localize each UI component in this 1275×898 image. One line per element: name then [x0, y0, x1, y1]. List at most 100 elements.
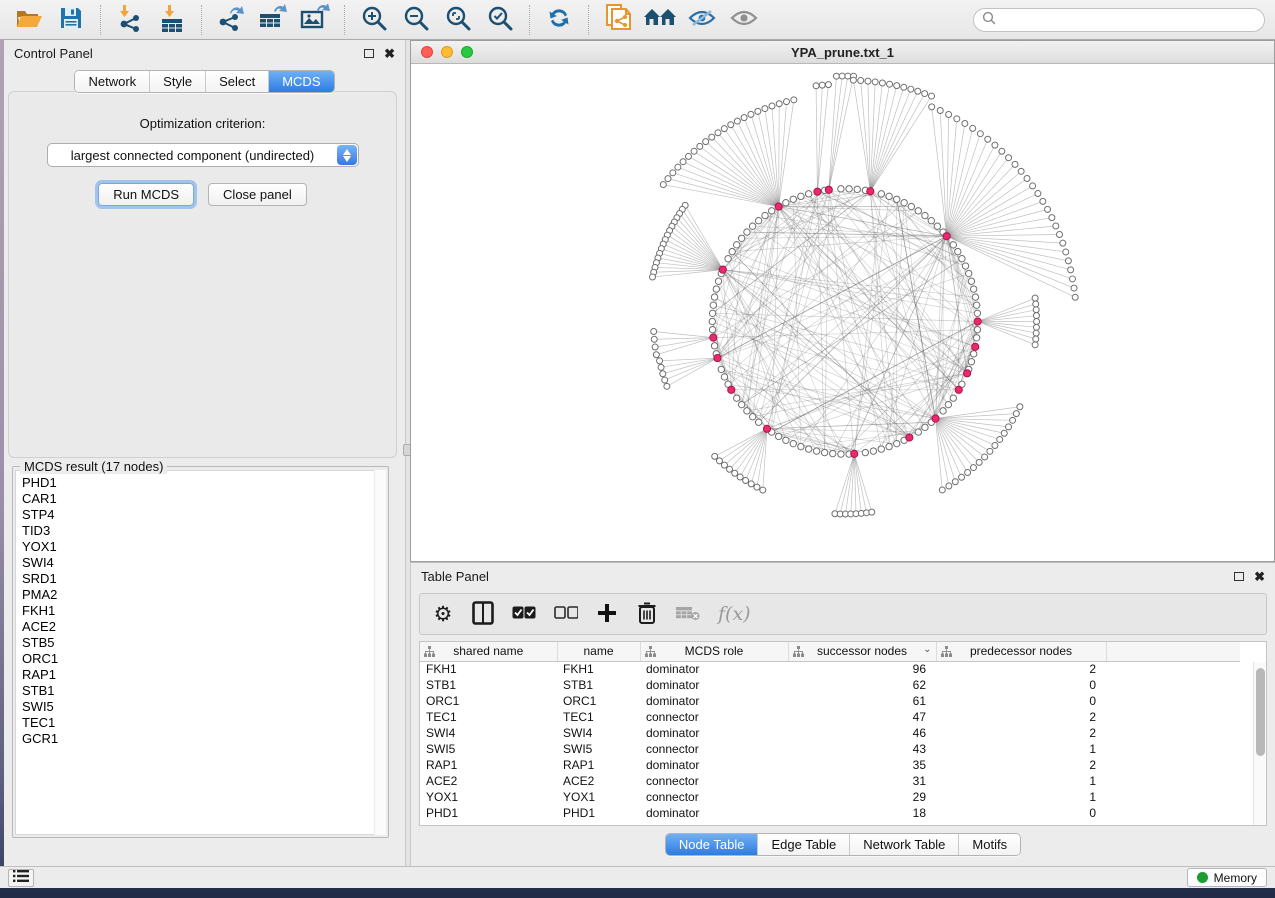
network-window-titlebar[interactable]: YPA_prune.txt_1	[411, 41, 1274, 64]
sort-chevron-icon[interactable]: ⌄	[923, 644, 931, 655]
zoom-fit-icon	[445, 5, 471, 34]
delete-columns-button[interactable]	[636, 601, 658, 627]
table-tab-bar: Node TableEdge TableNetwork TableMotifs	[665, 833, 1021, 856]
table-row[interactable]: PHD1PHD1dominator180	[420, 805, 1240, 821]
delete-table-button[interactable]	[676, 601, 700, 627]
main-content: Control Panel ✖ NetworkStyleSelectMCDS O…	[0, 40, 1275, 866]
column-header-name[interactable]: name	[557, 642, 640, 661]
result-node-item[interactable]: SRD1	[22, 571, 385, 587]
run-mcds-button[interactable]: Run MCDS	[98, 183, 194, 206]
result-node-item[interactable]: STB1	[22, 683, 385, 699]
plus-icon	[597, 603, 617, 626]
result-node-item[interactable]: ACE2	[22, 619, 385, 635]
checked-boxes-icon	[512, 606, 536, 622]
table-row[interactable]: YOX1YOX1connector291	[420, 789, 1240, 805]
create-column-button[interactable]	[596, 601, 618, 627]
first-neighbors-button[interactable]	[641, 4, 679, 36]
mcds-result-list[interactable]: PHD1CAR1STP4TID3YOX1SWI4SRD1PMA2FKH1ACE2…	[15, 470, 386, 835]
tab-select[interactable]: Select	[205, 71, 268, 92]
column-selector-button[interactable]	[472, 601, 494, 627]
control-panel-header: Control Panel ✖	[4, 40, 405, 66]
result-node-item[interactable]: RAP1	[22, 667, 385, 683]
network-graph[interactable]	[411, 64, 1274, 561]
column-header-shared-name[interactable]: shared name	[420, 642, 557, 661]
unchecked-boxes-icon	[554, 606, 578, 622]
table-scrollbar[interactable]	[1253, 662, 1266, 825]
table-row[interactable]: RAP1RAP1dominator352	[420, 757, 1240, 773]
open-folder-icon	[15, 6, 43, 33]
result-node-item[interactable]: GCR1	[22, 731, 385, 747]
criterion-dropdown[interactable]: largest connected component (undirected)	[47, 143, 359, 167]
optimization-criterion-label: Optimization criterion:	[9, 116, 396, 131]
result-node-item[interactable]: YOX1	[22, 539, 385, 555]
column-header-successor-nodes[interactable]: successor nodes⌄	[788, 642, 936, 661]
import-table-icon	[158, 4, 186, 35]
result-node-item[interactable]: PMA2	[22, 587, 385, 603]
export-image-button[interactable]	[296, 4, 334, 36]
zoom-fit-button[interactable]	[439, 4, 477, 36]
result-node-item[interactable]: STB5	[22, 635, 385, 651]
mcds-result-title: MCDS result (17 nodes)	[20, 459, 167, 474]
result-node-item[interactable]: SWI5	[22, 699, 385, 715]
table-row[interactable]: ACE2ACE2connector311	[420, 773, 1240, 789]
export-table-button[interactable]	[254, 4, 292, 36]
table-row[interactable]: SWI4SWI4dominator462	[420, 725, 1240, 741]
column-header-predecessor-nodes[interactable]: predecessor nodes	[936, 642, 1106, 661]
table-row[interactable]: TEC1TEC1connector472	[420, 709, 1240, 725]
tab-style[interactable]: Style	[149, 71, 205, 92]
table-row[interactable]: STB1STB1dominator620	[420, 677, 1240, 693]
result-node-item[interactable]: STP4	[22, 507, 385, 523]
function-builder-button[interactable]: f(x)	[718, 601, 751, 627]
main-toolbar	[0, 0, 1275, 40]
table-options-button[interactable]: ⚙	[432, 601, 454, 627]
close-panel-button[interactable]: Close panel	[208, 183, 307, 206]
result-node-item[interactable]: ORC1	[22, 651, 385, 667]
show-panels-button[interactable]	[8, 869, 34, 887]
memory-button[interactable]: Memory	[1187, 868, 1267, 887]
zoom-out-button[interactable]	[397, 4, 435, 36]
result-node-item[interactable]: FKH1	[22, 603, 385, 619]
node-table[interactable]: shared namenameMCDS rolesuccessor nodes⌄…	[420, 642, 1240, 821]
tab-mcds[interactable]: MCDS	[268, 71, 333, 92]
shared-column-icon	[941, 646, 952, 660]
zoom-in-button[interactable]	[355, 4, 393, 36]
table-row[interactable]: FKH1FKH1dominator962	[420, 661, 1240, 677]
float-panel-icon[interactable]	[364, 49, 374, 58]
refresh-view-button[interactable]	[540, 4, 578, 36]
table-row[interactable]: SWI5SWI5connector431	[420, 741, 1240, 757]
result-node-item[interactable]: CAR1	[22, 491, 385, 507]
result-node-item[interactable]: PHD1	[22, 475, 385, 491]
network-canvas[interactable]	[411, 64, 1274, 561]
hide-selected-button[interactable]	[683, 4, 721, 36]
show-all-button[interactable]	[725, 4, 763, 36]
column-header-MCDS-role[interactable]: MCDS role	[640, 642, 788, 661]
import-table-button[interactable]	[153, 4, 191, 36]
deselect-all-button[interactable]	[554, 601, 578, 627]
search-input[interactable]	[1001, 12, 1256, 27]
duplicate-network-button[interactable]	[599, 4, 637, 36]
search-box[interactable]	[973, 8, 1265, 32]
tab-network[interactable]: Network	[75, 71, 149, 92]
table-scrollbar-thumb[interactable]	[1256, 668, 1265, 756]
open-session-button[interactable]	[10, 4, 48, 36]
float-panel-icon[interactable]	[1234, 572, 1244, 581]
close-panel-icon[interactable]: ✖	[384, 47, 395, 60]
close-panel-icon[interactable]: ✖	[1254, 570, 1265, 583]
export-network-button[interactable]	[212, 4, 250, 36]
table-tab-motifs[interactable]: Motifs	[958, 834, 1020, 855]
network-view-panel: YPA_prune.txt_1	[410, 40, 1275, 562]
shared-column-icon	[424, 646, 435, 660]
save-session-button[interactable]	[52, 4, 90, 36]
result-node-item[interactable]: TID3	[22, 523, 385, 539]
result-list-scrollbar[interactable]	[374, 470, 386, 835]
import-network-button[interactable]	[111, 4, 149, 36]
table-tab-network-table[interactable]: Network Table	[849, 834, 958, 855]
table-tab-edge-table[interactable]: Edge Table	[757, 834, 849, 855]
dropdown-stepper-icon	[337, 145, 357, 165]
zoom-selected-button[interactable]	[481, 4, 519, 36]
select-all-button[interactable]	[512, 601, 536, 627]
table-row[interactable]: ORC1ORC1dominator610	[420, 693, 1240, 709]
result-node-item[interactable]: SWI4	[22, 555, 385, 571]
result-node-item[interactable]: TEC1	[22, 715, 385, 731]
table-tab-node-table[interactable]: Node Table	[666, 834, 758, 855]
